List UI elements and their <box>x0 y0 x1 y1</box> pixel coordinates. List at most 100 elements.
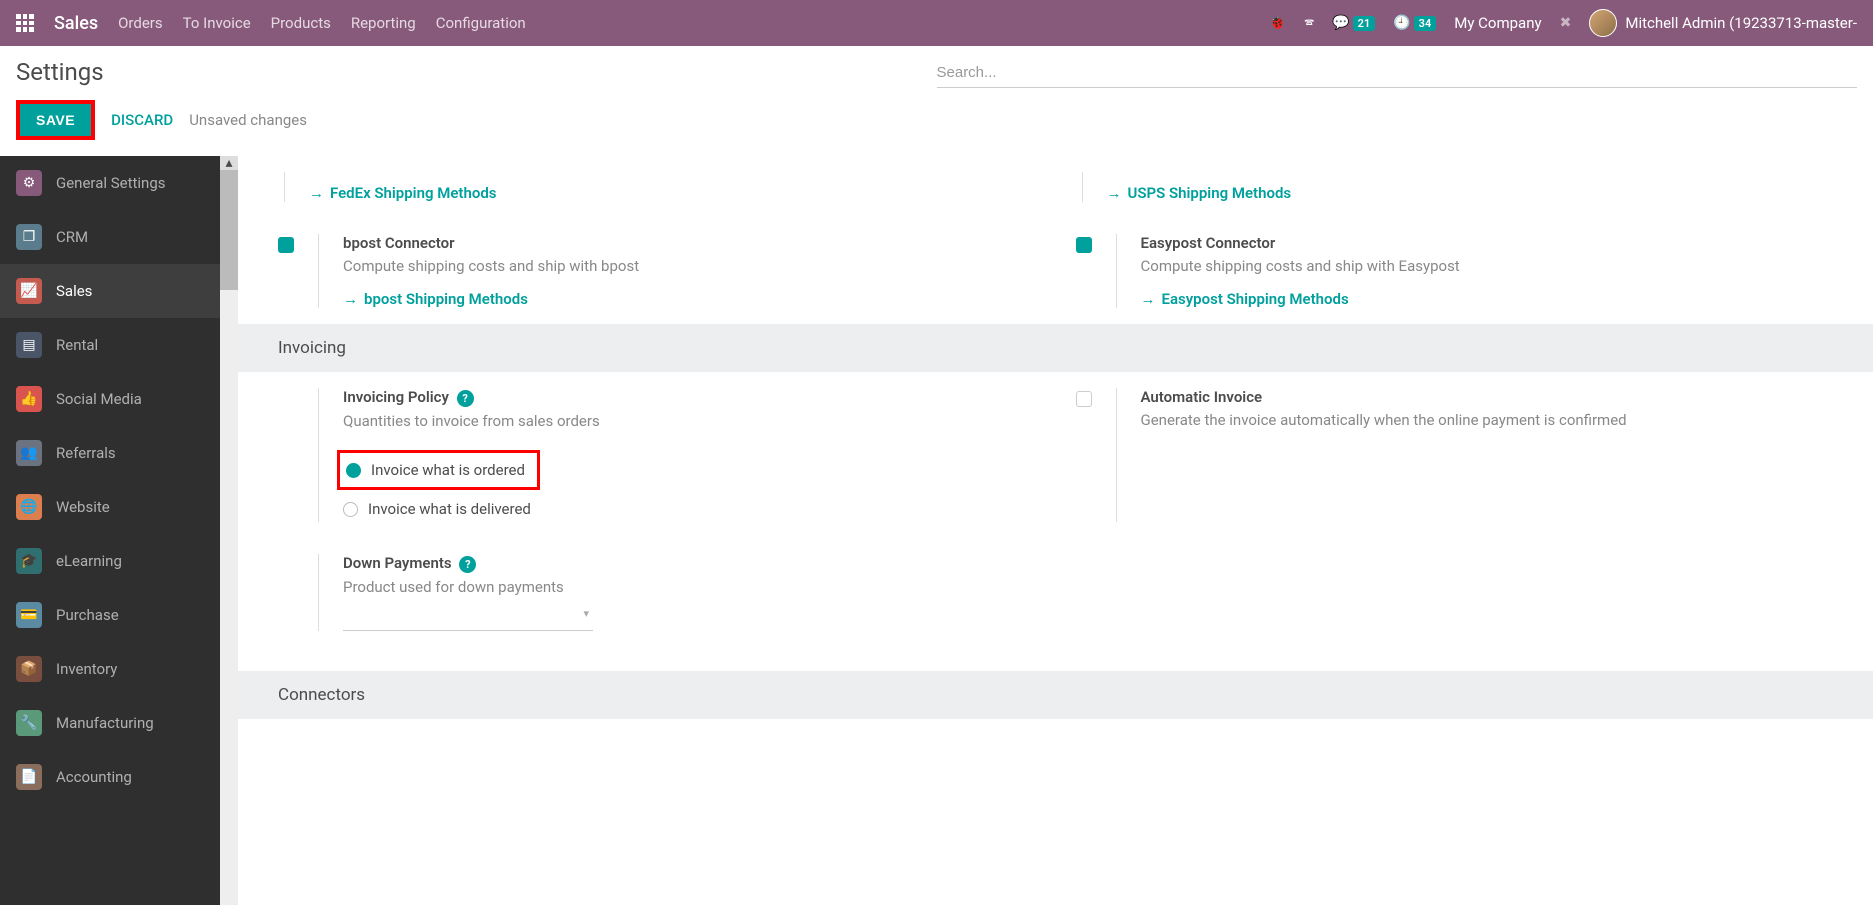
sidebar-item-label: CRM <box>56 228 88 246</box>
sidebar-item-label: General Settings <box>56 174 166 192</box>
action-buttons: SAVE DISCARD Unsaved changes <box>0 88 1873 156</box>
sidebar-item-label: Sales <box>56 282 92 300</box>
connectors-header: Connectors <box>238 671 1873 719</box>
apps-icon[interactable] <box>16 14 34 32</box>
unsaved-label: Unsaved changes <box>189 111 307 129</box>
nav-reporting[interactable]: Reporting <box>351 14 416 32</box>
sidebar-item-crm[interactable]: ❐ CRM <box>0 210 220 264</box>
sidebar-icon: ⚙ <box>16 170 42 196</box>
down-payments-title: Down Payments ? <box>343 554 1036 573</box>
auto-invoice-checkbox[interactable] <box>1076 391 1092 407</box>
radio-ordered-label: Invoice what is ordered <box>371 461 525 479</box>
scroll-up-icon[interactable]: ▴ <box>220 156 238 170</box>
auto-invoice-desc: Generate the invoice automatically when … <box>1141 409 1834 432</box>
save-button[interactable]: SAVE <box>20 104 91 136</box>
bpost-link[interactable]: bpost Shipping Methods <box>343 290 1036 308</box>
sidebar-icon: 🌐 <box>16 494 42 520</box>
bpost-checkbox[interactable] <box>278 237 294 253</box>
sidebar-item-website[interactable]: 🌐 Website <box>0 480 220 534</box>
invoicing-policy-label: Invoicing Policy <box>343 388 449 406</box>
sidebar-icon: 🎓 <box>16 548 42 574</box>
discard-button[interactable]: DISCARD <box>107 111 177 129</box>
nav-to-invoice[interactable]: To Invoice <box>183 14 251 32</box>
nav-configuration[interactable]: Configuration <box>436 14 526 32</box>
sidebar-item-label: eLearning <box>56 552 122 570</box>
save-highlight: SAVE <box>16 100 95 140</box>
sidebar-item-label: Inventory <box>56 660 117 678</box>
sidebar-item-rental[interactable]: ▤ Rental <box>0 318 220 372</box>
sidebar-item-sales[interactable]: 📈 Sales <box>0 264 220 318</box>
sidebar-icon: 📄 <box>16 764 42 790</box>
activities-icon[interactable]: 🕘34 <box>1393 15 1436 31</box>
nav-products[interactable]: Products <box>271 14 331 32</box>
sidebar-icon: 💳 <box>16 602 42 628</box>
sidebar-item-general-settings[interactable]: ⚙ General Settings <box>0 156 220 210</box>
sidebar-item-inventory[interactable]: 📦 Inventory <box>0 642 220 696</box>
sidebar-item-purchase[interactable]: 💳 Purchase <box>0 588 220 642</box>
auto-invoice-title: Automatic Invoice <box>1141 388 1834 406</box>
sidebar-item-label: Purchase <box>56 606 119 624</box>
control-panel: Settings <box>0 46 1873 88</box>
bpost-title: bpost Connector <box>343 234 1036 252</box>
scrollbar[interactable]: ▴ <box>220 156 238 905</box>
sidebar-item-label: Social Media <box>56 390 142 408</box>
invoicing-header: Invoicing <box>238 324 1873 372</box>
bpost-desc: Compute shipping costs and ship with bpo… <box>343 255 1036 278</box>
top-navbar: Sales Orders To Invoice Products Reporti… <box>0 0 1873 46</box>
down-payments-desc: Product used for down payments <box>343 576 1036 599</box>
company-selector[interactable]: My Company <box>1454 14 1541 32</box>
radio-ordered-dot[interactable] <box>346 463 361 478</box>
sidebar-item-manufacturing[interactable]: 🔧 Manufacturing <box>0 696 220 750</box>
sidebar-item-social-media[interactable]: 👍 Social Media <box>0 372 220 426</box>
avatar <box>1589 9 1617 37</box>
search-bar[interactable] <box>937 58 1858 88</box>
radio-delivered-label: Invoice what is delivered <box>368 500 531 518</box>
sidebar-item-label: Referrals <box>56 444 116 462</box>
easypost-title: Easypost Connector <box>1141 234 1834 252</box>
radio-delivered[interactable]: Invoice what is delivered <box>343 496 1036 522</box>
support-icon[interactable]: 🕿 <box>1304 15 1314 31</box>
down-payments-dropdown[interactable] <box>343 605 593 631</box>
help-icon[interactable]: ? <box>459 556 476 573</box>
usps-link[interactable]: USPS Shipping Methods <box>1107 184 1834 202</box>
sidebar-icon: 👥 <box>16 440 42 466</box>
settings-content: FedEx Shipping Methods USPS Shipping Met… <box>238 156 1873 905</box>
sidebar-item-label: Website <box>56 498 110 516</box>
radio-ordered[interactable]: Invoice what is ordered <box>346 457 525 483</box>
user-name: Mitchell Admin (19233713-master- <box>1625 14 1857 32</box>
user-menu[interactable]: Mitchell Admin (19233713-master- <box>1589 9 1857 37</box>
sidebar-icon: 🔧 <box>16 710 42 736</box>
sidebar-item-label: Accounting <box>56 768 132 786</box>
bug-icon[interactable]: 🐞 <box>1269 15 1286 31</box>
tools-icon[interactable]: ✖ <box>1560 15 1572 31</box>
sidebar-icon: 👍 <box>16 386 42 412</box>
sidebar-icon: ❐ <box>16 224 42 250</box>
sidebar-item-label: Rental <box>56 336 98 354</box>
sidebar-item-accounting[interactable]: 📄 Accounting <box>0 750 220 804</box>
radio-delivered-dot[interactable] <box>343 502 358 517</box>
sidebar-icon: ▤ <box>16 332 42 358</box>
sidebar-icon: 📦 <box>16 656 42 682</box>
messages-badge: 21 <box>1353 16 1376 31</box>
nav-orders[interactable]: Orders <box>118 14 163 32</box>
activities-badge: 34 <box>1414 16 1437 31</box>
invoicing-policy-title: Invoicing Policy ? <box>343 388 1036 407</box>
page-title: Settings <box>16 58 937 86</box>
sidebar-icon: 📈 <box>16 278 42 304</box>
messages-icon[interactable]: 💬21 <box>1332 15 1375 31</box>
app-brand[interactable]: Sales <box>54 13 98 34</box>
invoicing-policy-desc: Quantities to invoice from sales orders <box>343 410 1036 433</box>
easypost-checkbox[interactable] <box>1076 237 1092 253</box>
help-icon[interactable]: ? <box>457 390 474 407</box>
sidebar-item-label: Manufacturing <box>56 714 154 732</box>
easypost-link[interactable]: Easypost Shipping Methods <box>1141 290 1834 308</box>
fedex-link[interactable]: FedEx Shipping Methods <box>309 184 1036 202</box>
search-input[interactable] <box>937 64 1858 81</box>
settings-sidebar: ⚙ General Settings ❐ CRM 📈 Sales ▤ Rental 👍 Socia… <box>0 156 220 905</box>
sidebar-item-referrals[interactable]: 👥 Referrals <box>0 426 220 480</box>
radio-highlight: Invoice what is ordered <box>337 450 540 490</box>
sidebar-item-elearning[interactable]: 🎓 eLearning <box>0 534 220 588</box>
scroll-thumb[interactable] <box>220 170 238 290</box>
easypost-desc: Compute shipping costs and ship with Eas… <box>1141 255 1834 278</box>
down-payments-label: Down Payments <box>343 554 452 572</box>
